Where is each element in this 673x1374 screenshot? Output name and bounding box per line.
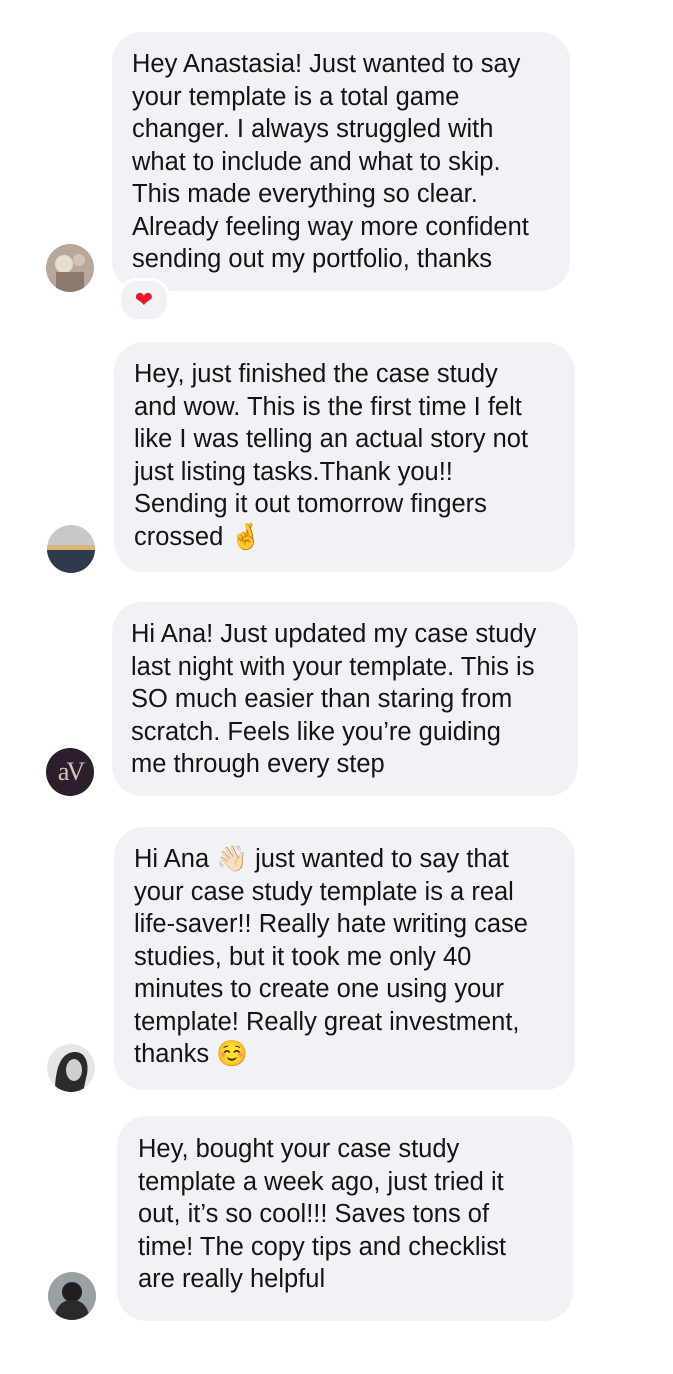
sender-avatar[interactable]	[46, 244, 94, 292]
message-text-body: just wanted to say that your case study …	[134, 845, 528, 1068]
message-text: Hi Ana! Just updated my case study last …	[131, 620, 537, 778]
message-bubble[interactable]: Hey Anastasia! Just wanted to say your t…	[112, 32, 570, 291]
message-bubble[interactable]: Hi Ana! Just updated my case study last …	[112, 602, 578, 796]
portrait-avatar-icon	[47, 1044, 95, 1092]
message-bubble[interactable]: Hi Ana 👋🏻 just wanted to say that your c…	[114, 827, 575, 1090]
crossed-fingers-icon: 🤞	[230, 521, 263, 552]
message-text: Hey, just finished the case study and wo…	[134, 358, 555, 553]
hooded-person-avatar-icon	[48, 1272, 96, 1320]
message-bubble[interactable]: Hey, bought your case study template a w…	[117, 1116, 573, 1321]
message-text: Hi Ana 👋🏻 just wanted to say that your c…	[134, 843, 555, 1071]
heart-icon: ❤	[134, 287, 154, 313]
message-text-start: Hi Ana	[134, 845, 217, 873]
heart-reaction[interactable]: ❤	[118, 278, 170, 322]
message-text-body: Hey, just finished the case study and wo…	[134, 360, 529, 551]
waving-hand-icon: 👋🏻	[216, 844, 248, 874]
message-text: Hey, bought your case study template a w…	[138, 1135, 507, 1293]
sender-avatar[interactable]	[48, 1272, 96, 1320]
sender-avatar[interactable]	[47, 1044, 95, 1092]
message-text: Hey Anastasia! Just wanted to say your t…	[132, 50, 529, 273]
photo-avatar-icon	[46, 244, 94, 292]
av-logo-icon: aV	[46, 748, 94, 796]
landscape-avatar-icon	[47, 525, 95, 573]
message-bubble[interactable]: Hey, just finished the case study and wo…	[114, 342, 575, 572]
sender-avatar[interactable]: aV	[46, 748, 94, 796]
sender-avatar[interactable]	[47, 525, 95, 573]
smiling-face-icon: ☺️	[216, 1039, 248, 1069]
